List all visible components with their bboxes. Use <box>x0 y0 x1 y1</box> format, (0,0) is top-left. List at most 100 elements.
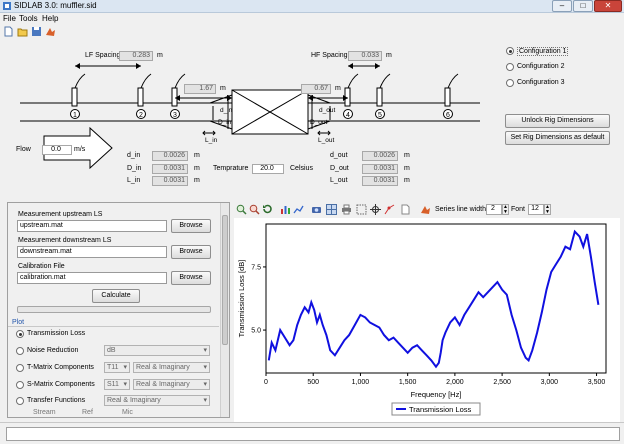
t-matrix-label[interactable]: T-Matrix Components <box>27 364 94 371</box>
new-file-icon[interactable] <box>3 26 14 37</box>
downstream-file-input[interactable]: downstream.mat <box>17 246 167 258</box>
transmission-loss-radio[interactable] <box>16 330 24 338</box>
app-icon <box>3 2 11 10</box>
dim-out-unit-0: m <box>404 152 410 159</box>
downstream-browse-button[interactable]: Browse <box>171 245 211 259</box>
print-icon[interactable] <box>341 204 352 215</box>
menu-bar: File Tools Help <box>0 13 624 24</box>
dim-in-field-1[interactable]: 0.0031 <box>152 164 188 174</box>
select-mode-icon[interactable] <box>356 204 367 215</box>
menu-file[interactable]: File <box>3 14 16 23</box>
window-title: SIDLAB 3.0: muffler.sid <box>14 1 97 10</box>
lf-spacing-field[interactable]: 0.283 <box>119 51 153 61</box>
maximize-button[interactable]: □ <box>573 0 593 12</box>
chart-legend: Transmission Loss <box>391 402 481 416</box>
camera-icon[interactable] <box>311 204 322 215</box>
s-matrix-component-select[interactable]: S11 <box>104 379 130 390</box>
status-area <box>0 422 624 444</box>
t-matrix-component-select[interactable]: T11 <box>104 362 130 373</box>
downstream-label: Measurement downstream LS <box>18 237 112 244</box>
d-in-label: d_in <box>220 107 233 114</box>
line-chart-icon[interactable] <box>293 204 304 215</box>
control-panel-scrollbar[interactable] <box>220 203 229 417</box>
close-button[interactable]: ✕ <box>594 0 622 12</box>
unlock-rig-dimensions-button[interactable]: Unlock Rig Dimensions <box>505 114 610 128</box>
matlab-export-icon[interactable] <box>420 204 431 215</box>
console-output[interactable] <box>6 427 620 441</box>
d-out-label: d_out <box>319 107 335 114</box>
refresh-icon[interactable] <box>262 204 273 215</box>
page-icon[interactable] <box>400 204 411 215</box>
transfer-functions-radio[interactable] <box>16 397 24 405</box>
transfer-functions-format-select[interactable]: Real & Imaginary <box>104 395 210 406</box>
noise-reduction-unit-select[interactable]: dB <box>104 345 210 356</box>
temperature-field[interactable]: 20.0 <box>252 164 284 174</box>
series-line-width-input[interactable]: 2 <box>486 204 502 215</box>
dim-out-field-2[interactable]: 0.0031 <box>362 176 398 186</box>
plot-section-label: Plot <box>12 319 25 326</box>
calibration-browse-button[interactable]: Browse <box>171 271 211 285</box>
scrollbar-thumb[interactable] <box>222 215 228 345</box>
mic4-distance-unit: m <box>335 85 341 92</box>
x-tick-label: 500 <box>307 379 319 386</box>
grid-icon[interactable] <box>326 204 337 215</box>
zoom-in-icon[interactable] <box>236 204 247 215</box>
matlab-icon[interactable] <box>45 26 56 37</box>
mic3-distance-unit: m <box>220 85 226 92</box>
config-1-radio[interactable] <box>506 47 514 55</box>
s-matrix-radio[interactable] <box>16 381 24 389</box>
menu-help[interactable]: Help <box>42 14 58 23</box>
hf-spacing-field[interactable]: 0.033 <box>348 51 382 61</box>
mic3-to-muffler-field[interactable]: 1.67 <box>184 84 216 94</box>
s-matrix-format-select[interactable]: Real & Imaginary <box>133 379 210 390</box>
s-matrix-label[interactable]: S-Matrix Components <box>27 381 95 388</box>
temperature-unit: Celsius <box>290 165 313 172</box>
x-axis-label: Frequency [Hz] <box>411 390 462 399</box>
dim-out-field-1[interactable]: 0.0031 <box>362 164 398 174</box>
noise-reduction-radio[interactable] <box>16 347 24 355</box>
dim-in-unit-2: m <box>194 177 200 184</box>
dim-in-field-2[interactable]: 0.0031 <box>152 176 188 186</box>
font-size-spinner[interactable]: ▲ ▼ <box>544 204 551 215</box>
t-matrix-radio[interactable] <box>16 364 24 372</box>
save-icon[interactable] <box>31 26 42 37</box>
t-matrix-format-select[interactable]: Real & Imaginary <box>133 362 210 373</box>
dim-in-field-0[interactable]: 0.0026 <box>152 151 188 161</box>
set-rig-default-button[interactable]: Set Rig Dimensions as default <box>505 131 610 145</box>
mic-number-3: 3 <box>173 112 177 119</box>
calculate-button[interactable]: Calculate <box>92 289 140 303</box>
legend-label: Transmission Loss <box>409 405 471 414</box>
config-2-label[interactable]: Configuration 2 <box>517 63 564 70</box>
title-bar: SIDLAB 3.0: muffler.sid – □ ✕ <box>0 0 624 13</box>
menu-tools[interactable]: Tools <box>19 14 38 23</box>
calibration-file-input[interactable]: calibration.mat <box>17 272 167 284</box>
noise-reduction-label[interactable]: Noise Reduction <box>27 347 78 354</box>
mic-number-1: 1 <box>73 112 77 119</box>
minimize-button[interactable]: – <box>552 0 572 12</box>
config-3-label[interactable]: Configuration 3 <box>517 79 564 86</box>
upstream-browse-button[interactable]: Browse <box>171 219 211 233</box>
dim-out-field-0[interactable]: 0.0026 <box>362 151 398 161</box>
hf-spacing-unit: m <box>386 52 392 59</box>
transmission-loss-label[interactable]: Transmission Loss <box>27 330 85 337</box>
font-size-input[interactable]: 12 <box>528 204 544 215</box>
config-1-label[interactable]: Configuration 1 <box>517 47 569 56</box>
config-3-radio[interactable] <box>506 79 514 87</box>
D-in-label: D_in <box>218 119 232 126</box>
crosshair-icon[interactable] <box>370 204 381 215</box>
dim-out-label-1: D_out <box>330 165 349 172</box>
rig-diagram: 1 2 3 4 5 6 d_in D_in L_in D_out d_out L… <box>20 63 480 170</box>
dim-out-unit-1: m <box>404 165 410 172</box>
open-folder-icon[interactable] <box>17 26 28 37</box>
flow-field[interactable]: 0.0 <box>42 145 72 155</box>
data-cursor-icon[interactable] <box>384 204 395 215</box>
zoom-out-icon[interactable] <box>249 204 260 215</box>
x-tick-label: 3,000 <box>541 379 559 386</box>
config-2-radio[interactable] <box>506 63 514 71</box>
transfer-functions-label[interactable]: Transfer Functions <box>27 397 85 404</box>
flow-unit: m/s <box>74 146 86 153</box>
muffler-to-mic4-field[interactable]: 0.67 <box>301 84 331 94</box>
series-line-width-spinner[interactable]: ▲ ▼ <box>502 204 509 215</box>
upstream-file-input[interactable]: upstream.mat <box>17 220 167 232</box>
bar-chart-icon[interactable] <box>280 204 291 215</box>
